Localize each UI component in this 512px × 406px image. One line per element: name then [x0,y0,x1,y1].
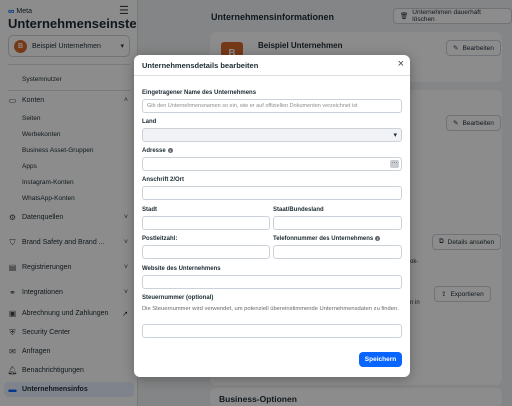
name-label: Eingetragener Name des Unternehmens [142,90,257,96]
address-label: Adresse i [142,148,173,154]
city-input[interactable] [142,216,270,230]
website-input[interactable] [142,275,402,289]
info-icon[interactable]: i [167,148,173,153]
website-label: Website des Unternehmens [142,266,221,272]
business-name-input[interactable]: Gib den Unternehmensnamen so ein, wie er… [142,99,402,113]
zip-label: Postleitzahl: [142,236,178,242]
state-input[interactable] [273,216,402,230]
state-label: Staat/Bundesland [273,207,324,213]
tax-help-text: Die Steuernummer wird verwendet, um pote… [142,306,399,312]
address-label-text: Adresse [142,148,166,155]
address2-input[interactable] [142,186,402,200]
phone-label: Telefonnummer des Unternehmens i [273,236,381,243]
tax-label: Steuernummer (optional) [142,295,214,301]
caret-down-icon: ▾ [393,132,397,139]
address-input[interactable]: … [142,157,402,171]
dialog-title: Unternehmensdetails bearbeiten [142,61,259,70]
address2-label: Anschrift 2/Ort [142,177,185,183]
dialog-header: Unternehmensdetails bearbeiten × [134,55,410,76]
more-dots-icon[interactable]: … [390,159,399,168]
country-label: Land [142,119,157,125]
phone-input[interactable] [273,245,402,259]
phone-label-text: Telefonnummer des Unternehmens [273,236,374,243]
save-button[interactable]: Speichern [359,352,402,367]
tax-input[interactable] [142,324,402,338]
edit-business-details-dialog: Unternehmensdetails bearbeiten × Eingetr… [134,55,410,377]
city-label: Stadt [142,207,157,213]
country-select[interactable]: ▾ [142,128,402,142]
info-icon[interactable]: i [375,236,381,241]
zip-input[interactable] [142,245,270,259]
close-icon[interactable]: × [398,58,404,70]
name-placeholder: Gib den Unternehmensnamen so ein, wie er… [147,103,358,109]
